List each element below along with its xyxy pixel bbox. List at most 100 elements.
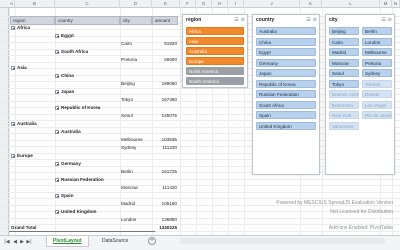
collapse-icon[interactable] — [55, 90, 59, 94]
slicer-item-country[interactable]: United Kingdom — [256, 121, 316, 130]
slicer-toolbar: ☰ ⊘ — [232, 17, 245, 23]
first-sheet-button[interactable]: |◀ — [4, 239, 10, 245]
slicer-item-city[interactable]: Seoul — [329, 69, 359, 77]
collapse-icon[interactable] — [55, 178, 59, 182]
pivot-amount: 167460 — [161, 97, 177, 102]
collapse-icon[interactable] — [11, 66, 15, 70]
column-letter[interactable]: G — [196, 0, 212, 8]
collapse-icon[interactable] — [55, 130, 59, 134]
grid-row-line — [0, 198, 400, 199]
next-sheet-button[interactable]: ▶ — [19, 239, 25, 245]
collapse-icon[interactable] — [55, 210, 59, 214]
collapse-icon[interactable] — [11, 26, 15, 30]
pivot-header-label: amount — [155, 18, 171, 23]
clear-filter-icon[interactable]: ⊘ — [313, 17, 317, 23]
slicer-item-region[interactable]: Asia — [186, 37, 244, 45]
slicer-item-city[interactable]: Edmonton — [329, 100, 359, 109]
watermark-line: Not Licensed for Distribution — [330, 209, 393, 215]
pivot-header-region[interactable]: region — [10, 16, 55, 25]
pivot-header-country[interactable]: country — [55, 16, 120, 25]
collapse-icon[interactable] — [11, 154, 15, 158]
slicer-item-city[interactable]: Vancouver — [329, 121, 359, 130]
slicer-item-country[interactable]: Russian Federation — [256, 90, 316, 98]
column-letter[interactable]: L — [322, 0, 380, 8]
slicer-item-country[interactable]: Spain — [256, 111, 316, 119]
slicer-item-country[interactable]: Republic of Korea — [256, 79, 316, 88]
pivot-amount: 51920 — [164, 41, 177, 46]
slicer-item-city[interactable]: Rio de Janeiro — [362, 111, 392, 119]
horizontal-scrollbar[interactable] — [180, 238, 385, 244]
column-letter[interactable]: K — [300, 0, 322, 8]
slicer-item-country[interactable]: Japan — [256, 69, 316, 77]
column-letter[interactable]: M — [380, 0, 392, 8]
collapse-icon[interactable] — [55, 50, 59, 54]
column-letter[interactable]: F — [180, 0, 196, 8]
multiselect-icon[interactable]: ☰ — [234, 17, 238, 23]
slicer-item-city[interactable]: Toronto — [362, 79, 392, 88]
slicer-item-country[interactable]: China — [256, 37, 316, 46]
slicer-item-city[interactable]: Buenos Aires — [329, 90, 359, 98]
previous-sheet-button[interactable]: ◀ — [12, 239, 18, 245]
pivot-header-label: country — [58, 18, 73, 23]
slicer-region[interactable]: region ☰ ⊘ Africa Asia Australia Europe North… — [182, 14, 248, 88]
slicer-city[interactable]: city ☰ ⊘ Beijing Berlin Cairo London Madrid Me… — [325, 14, 395, 175]
slicer-item-city[interactable]: Melbourne — [362, 48, 392, 56]
add-sheet-button[interactable]: + — [148, 237, 156, 245]
slicer-title: city — [329, 17, 338, 23]
pivot-header-city[interactable]: city — [120, 16, 152, 25]
slicer-item-country[interactable]: South Africa — [256, 100, 316, 109]
column-letter[interactable]: J — [244, 0, 300, 8]
tab-pivotlayout[interactable]: PivotLayout — [46, 236, 89, 247]
slicer-item-city[interactable]: Denver — [362, 90, 392, 98]
collapse-icon[interactable] — [11, 122, 15, 126]
column-letter[interactable]: B — [15, 0, 55, 8]
slicer-item-region[interactable]: South America — [186, 77, 244, 85]
collapse-icon[interactable] — [55, 34, 59, 38]
slicer-item-city[interactable]: London — [362, 37, 392, 46]
slicer-item-city[interactable]: Beijing — [329, 27, 359, 35]
pivot-amount: 56680 — [164, 57, 177, 62]
slicer-item-city[interactable]: New York — [329, 111, 359, 119]
pivot-city: Madrid — [121, 201, 136, 206]
last-sheet-button[interactable]: ▶| — [26, 239, 32, 245]
column-letter[interactable]: N — [392, 0, 400, 8]
slicer-item-country[interactable]: Australia — [256, 27, 316, 35]
column-letter[interactable]: H — [212, 0, 228, 8]
collapse-icon[interactable] — [55, 194, 59, 198]
grid-row-line — [0, 217, 400, 219]
pivot-country: Spain — [61, 193, 74, 198]
slicer-item-country[interactable]: Germany — [256, 58, 316, 67]
slicer-item-region[interactable]: Europe — [186, 57, 244, 65]
slicer-item-city[interactable]: Cairo — [329, 37, 359, 46]
multiselect-icon[interactable]: ☰ — [306, 17, 310, 23]
slicer-item-country[interactable]: Egypt — [256, 48, 316, 56]
slicer-item-region[interactable]: Australia — [186, 47, 244, 55]
pivot-country: Australia — [61, 129, 81, 134]
slicer-item-city[interactable]: Las Vegas — [362, 100, 392, 109]
slicer-item-city[interactable]: Sydney — [362, 69, 392, 77]
slicer-item-region[interactable]: Africa — [186, 27, 244, 35]
column-letter[interactable]: I — [228, 0, 244, 8]
collapse-icon[interactable] — [55, 106, 59, 110]
tab-datasource[interactable]: DataSource — [96, 236, 134, 247]
collapse-icon[interactable] — [55, 74, 59, 78]
column-letter[interactable]: E — [152, 0, 180, 8]
column-letter[interactable]: C — [55, 0, 120, 8]
slicer-item-city[interactable]: Berlin — [362, 27, 392, 35]
slicer-country[interactable]: country ☰ ⊘ Australia China Egypt Germany Jap… — [252, 14, 320, 175]
slicer-item-city[interactable]: Tokyo — [329, 79, 359, 88]
collapse-icon[interactable] — [55, 162, 59, 166]
clear-filter-icon[interactable]: ⊘ — [241, 17, 245, 23]
slicer-item-city[interactable]: Pretoria — [362, 58, 392, 67]
multiselect-icon[interactable]: ☰ — [381, 17, 385, 23]
pivot-country: United Kingdom — [61, 209, 97, 214]
column-letter[interactable]: D — [120, 0, 152, 8]
column-header: ABCDEFGHIJKLMN — [0, 0, 400, 8]
slicer-item-city[interactable]: Madrid — [329, 48, 359, 56]
pivot-region: Asia — [17, 65, 27, 70]
clear-filter-icon[interactable]: ⊘ — [388, 17, 392, 23]
pivot-header-amount[interactable]: amount — [152, 16, 178, 25]
slicer-item-region[interactable]: North America — [186, 67, 244, 75]
slicer-item-city[interactable]: Moscow — [329, 58, 359, 67]
pivot-amount: 103635 — [161, 137, 177, 142]
